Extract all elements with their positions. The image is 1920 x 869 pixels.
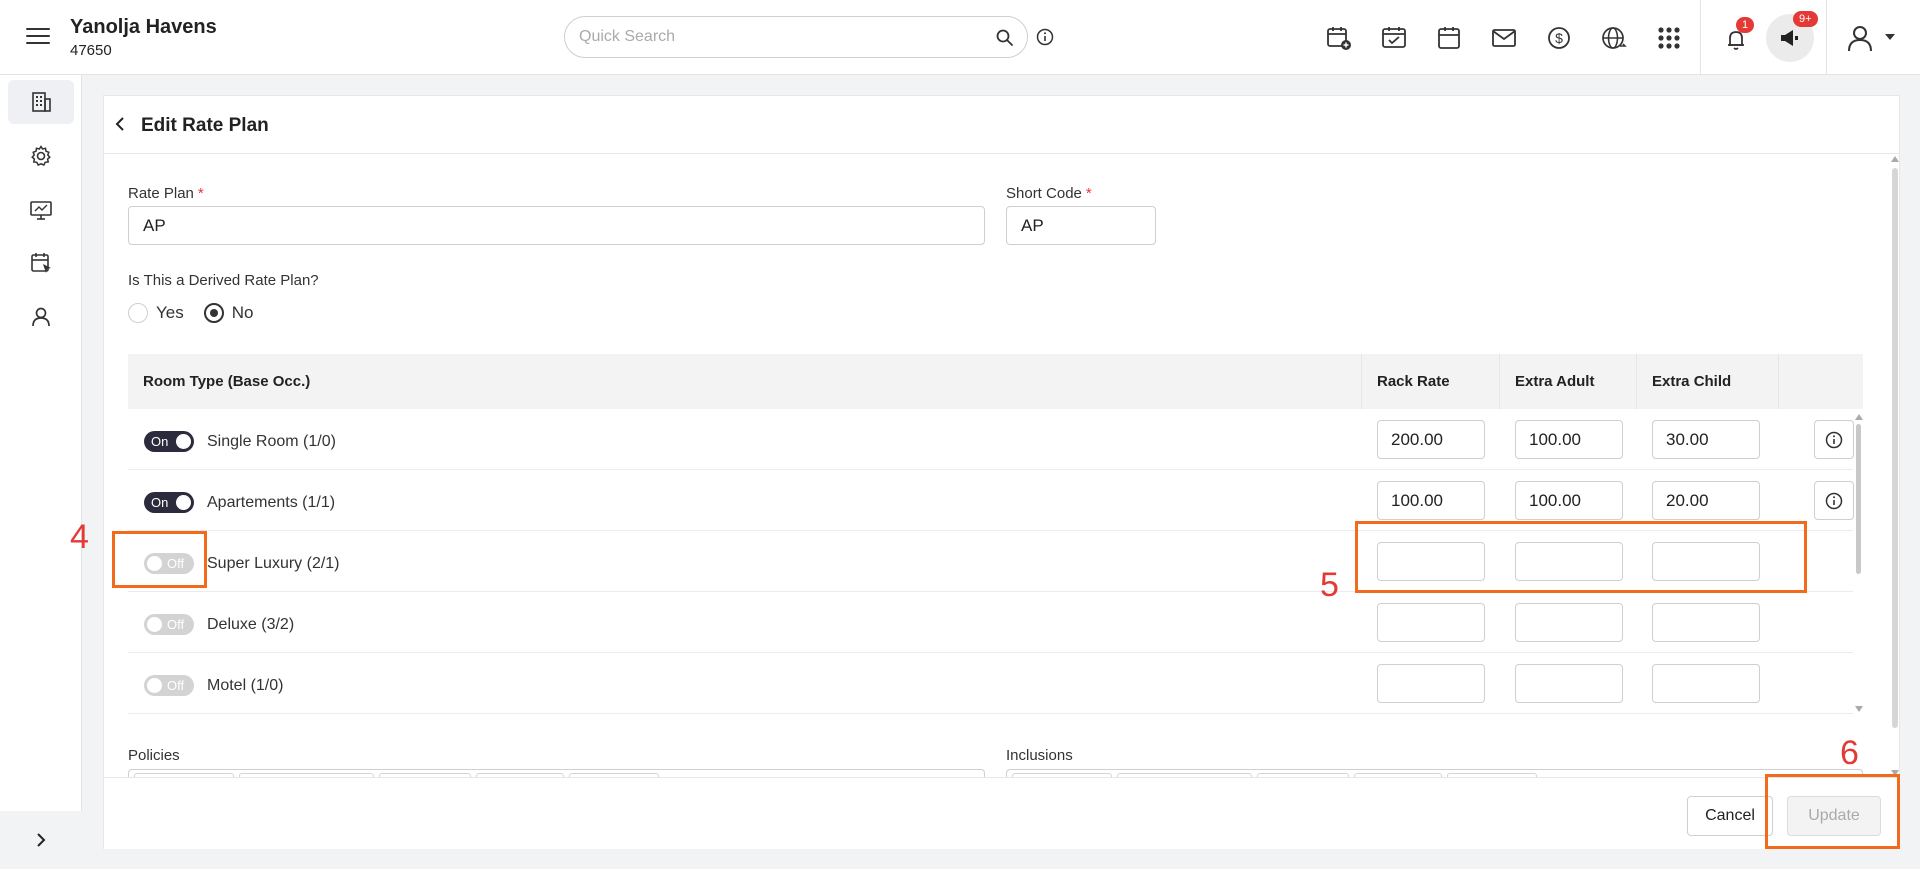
info-icon[interactable] bbox=[1036, 28, 1054, 46]
quick-search bbox=[564, 16, 1028, 58]
sidebar-item-monitor[interactable] bbox=[8, 188, 74, 232]
sidebar-item-users[interactable] bbox=[8, 295, 74, 339]
sidebar-expand-button[interactable] bbox=[0, 811, 82, 869]
calendar-check-icon[interactable] bbox=[1380, 24, 1408, 52]
extra-adult-input[interactable] bbox=[1515, 481, 1623, 520]
edit-rate-plan-panel: Edit Rate Plan Rate Plan* Short Code* Is… bbox=[103, 95, 1900, 849]
megaphone-icon bbox=[1781, 30, 1798, 46]
table-row: On Apartements (1/1) bbox=[128, 470, 1854, 531]
extra-adult-input[interactable] bbox=[1515, 664, 1623, 703]
brand-name: Yanolja Havens bbox=[70, 16, 217, 38]
notification-badge: 1 bbox=[1736, 17, 1755, 33]
derived-yes-label: Yes bbox=[156, 303, 184, 322]
inclusions-label: Inclusions bbox=[1006, 747, 1073, 764]
building-icon bbox=[32, 92, 51, 112]
header-room-type: Room Type (Base Occ.) bbox=[143, 373, 311, 390]
room-name: Apartements (1/1) bbox=[207, 494, 336, 511]
info-icon bbox=[1825, 492, 1843, 509]
short-code-label: Short Code * bbox=[1006, 185, 1092, 202]
derived-yes-radio[interactable] bbox=[128, 303, 148, 323]
policies-label: Policies bbox=[128, 747, 180, 764]
rack-rate-input[interactable] bbox=[1377, 664, 1485, 703]
menu-icon[interactable] bbox=[26, 28, 50, 46]
sidebar-item-property[interactable] bbox=[8, 80, 74, 124]
calendar-add-icon[interactable] bbox=[1325, 24, 1353, 52]
user-icon[interactable] bbox=[1844, 22, 1876, 54]
room-toggle[interactable]: Off bbox=[144, 553, 194, 574]
chevron-right-icon bbox=[37, 833, 46, 847]
search-icon[interactable] bbox=[995, 28, 1015, 48]
short-code-input[interactable] bbox=[1006, 206, 1156, 245]
extra-adult-input[interactable] bbox=[1515, 603, 1623, 642]
cancel-button[interactable]: Cancel bbox=[1687, 796, 1773, 836]
gear-icon bbox=[31, 145, 51, 166]
room-toggle[interactable]: On bbox=[144, 431, 194, 452]
table-row: Off Super Luxury (2/1) bbox=[128, 531, 1853, 592]
room-toggle[interactable]: Off bbox=[144, 675, 194, 696]
header-extra-adult: Extra Adult bbox=[1515, 373, 1595, 390]
header-extra-child: Extra Child bbox=[1652, 373, 1732, 390]
monitor-icon bbox=[30, 201, 52, 220]
brand: Yanolja Havens 47650 bbox=[70, 16, 217, 59]
info-icon bbox=[1825, 431, 1843, 448]
back-icon[interactable] bbox=[112, 115, 128, 133]
table-row: Off Motel (1/0) bbox=[128, 653, 1853, 714]
search-input[interactable] bbox=[579, 28, 979, 46]
svg-text:$: $ bbox=[1555, 30, 1563, 46]
calendar-cursor-icon bbox=[31, 253, 51, 273]
table-row: On Single Room (1/0) bbox=[128, 409, 1854, 470]
annotation-5: 5 bbox=[1320, 566, 1339, 604]
row-info-button[interactable] bbox=[1814, 481, 1854, 520]
apps-grid-icon[interactable] bbox=[1655, 24, 1683, 52]
update-button[interactable]: Update bbox=[1787, 796, 1881, 836]
rack-rate-input[interactable] bbox=[1377, 420, 1485, 459]
row-info-button[interactable] bbox=[1814, 420, 1854, 459]
rack-rate-input[interactable] bbox=[1377, 603, 1485, 642]
sidebar-item-reservations[interactable] bbox=[8, 241, 74, 285]
extra-child-input[interactable] bbox=[1652, 603, 1760, 642]
annotation-4: 4 bbox=[70, 518, 89, 556]
extra-child-input[interactable] bbox=[1652, 420, 1760, 459]
panel-scrollbar[interactable] bbox=[1890, 156, 1900, 776]
table-scrollbar[interactable] bbox=[1854, 414, 1864, 714]
room-name: Single Room (1/0) bbox=[207, 433, 336, 450]
panel-footer: Cancel Update bbox=[104, 777, 1899, 849]
mail-icon[interactable] bbox=[1490, 24, 1518, 52]
extra-child-input[interactable] bbox=[1652, 542, 1760, 581]
page-title: Edit Rate Plan bbox=[141, 115, 269, 136]
globe-icon[interactable] bbox=[1600, 24, 1628, 52]
sidebar bbox=[0, 75, 82, 869]
derived-question: Is This a Derived Rate Plan? bbox=[128, 272, 319, 289]
room-name: Motel (1/0) bbox=[207, 677, 284, 694]
announcement-badge: 9+ bbox=[1793, 11, 1818, 27]
user-icon bbox=[32, 307, 50, 327]
rack-rate-input[interactable] bbox=[1377, 542, 1485, 581]
extra-adult-input[interactable] bbox=[1515, 542, 1623, 581]
extra-adult-input[interactable] bbox=[1515, 420, 1623, 459]
room-table-header: Room Type (Base Occ.) Rack Rate Extra Ad… bbox=[128, 354, 1863, 409]
table-row: Off Deluxe (3/2) bbox=[128, 592, 1853, 653]
derived-no-label: No bbox=[231, 303, 254, 322]
sidebar-item-settings[interactable] bbox=[8, 134, 74, 178]
property-id: 47650 bbox=[70, 42, 112, 59]
derived-radio-group: Yes No bbox=[128, 303, 253, 323]
rate-plan-label: Rate Plan * bbox=[128, 185, 204, 202]
room-toggle[interactable]: On bbox=[144, 492, 194, 513]
room-toggle[interactable]: Off bbox=[144, 614, 194, 635]
dollar-icon[interactable]: $ bbox=[1545, 24, 1573, 52]
top-header: Yanolja Havens 47650 $ 1 9+ bbox=[0, 0, 1920, 75]
rack-rate-input[interactable] bbox=[1377, 481, 1485, 520]
extra-child-input[interactable] bbox=[1652, 481, 1760, 520]
extra-child-input[interactable] bbox=[1652, 664, 1760, 703]
rate-plan-input[interactable] bbox=[128, 206, 985, 245]
panel-header: Edit Rate Plan bbox=[104, 96, 1899, 154]
room-name: Super Luxury (2/1) bbox=[207, 555, 340, 572]
room-name: Deluxe (3/2) bbox=[207, 616, 295, 633]
chevron-down-icon[interactable] bbox=[1884, 32, 1896, 42]
header-rack-rate: Rack Rate bbox=[1377, 373, 1450, 390]
derived-no-radio[interactable] bbox=[203, 303, 224, 323]
annotation-6: 6 bbox=[1840, 734, 1859, 772]
calendar-icon[interactable] bbox=[1435, 24, 1463, 52]
